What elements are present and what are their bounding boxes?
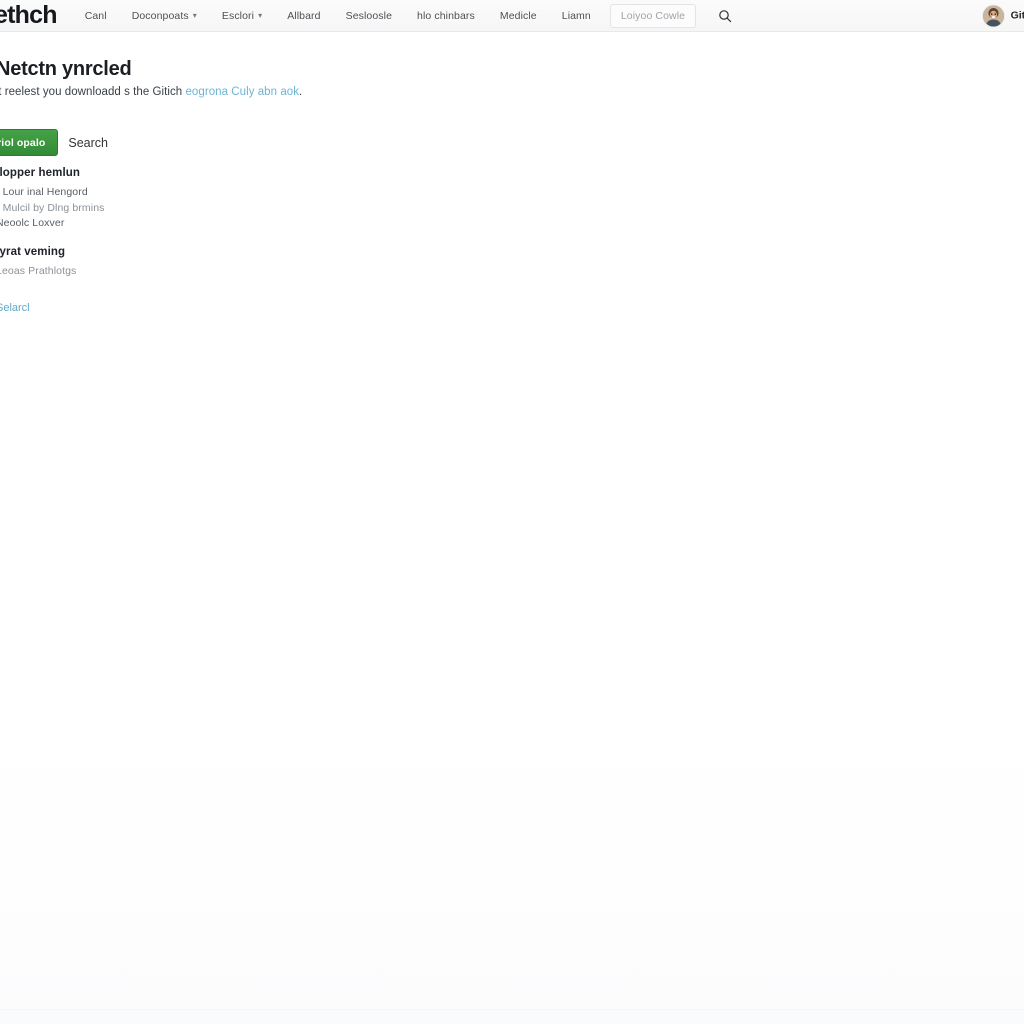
action-row: arriol opalo Search xyxy=(0,129,108,156)
chevron-down-icon: ▾ xyxy=(192,10,197,20)
nav-item-label: Liamn xyxy=(561,9,591,22)
nav-item-label: Canl xyxy=(84,9,107,22)
result-group: 3lopper hemlun · Lour inal Hengord · Mul… xyxy=(0,167,340,232)
page-subtitle-text: It reelest you downloadd s the Gitich xyxy=(0,86,186,98)
nav-item-label: Esclori xyxy=(221,9,255,22)
chevron-down-icon: ▾ xyxy=(258,10,263,20)
page-title: Netctn ynrcled xyxy=(0,58,132,80)
page-subtitle-suffix: . xyxy=(299,86,303,98)
result-group-title: ayrat veming xyxy=(0,245,66,258)
nav-item-label: Sesloosle xyxy=(345,9,393,22)
profile-name: Githu xyxy=(1010,9,1024,22)
list-item[interactable]: · Mulcil by Dlng brmins xyxy=(0,201,340,217)
nav-item-hlo-chinbars[interactable]: hlo chinbars xyxy=(411,7,481,25)
page-subtitle: It reelest you downloadd s the Gitich eo… xyxy=(0,86,302,98)
nav-item-esclori[interactable]: Esclori ▾ xyxy=(216,7,268,25)
bottom-band xyxy=(0,1010,1024,1024)
nav-item-liamn[interactable]: Liamn xyxy=(556,7,597,25)
list-item[interactable]: Leoas Prathlotgs xyxy=(0,264,340,280)
page-subtitle-link[interactable]: eogrona Culy abn aok xyxy=(185,86,299,98)
profile-menu[interactable]: Githu xyxy=(982,5,1024,26)
nav-item-label: Doconpoats xyxy=(131,9,189,22)
primary-action-button[interactable]: arriol opalo xyxy=(0,129,59,156)
search-icon[interactable] xyxy=(716,7,734,25)
nav-item-label: Allbard xyxy=(287,9,321,22)
list-item[interactable]: Neoolc Loxver xyxy=(0,216,340,232)
nav-item-canl[interactable]: Canl xyxy=(79,7,113,25)
result-group: ayrat veming Leoas Prathlotgs xyxy=(0,246,340,280)
main-nav-list: Canl Doconpoats ▾ Esclori ▾ Allbard Sesloo… xyxy=(79,3,734,28)
avatar[interactable] xyxy=(982,5,1004,26)
nav-item-medicle[interactable]: Medicle xyxy=(494,7,543,25)
nav-item-sesloosle[interactable]: Sesloosle xyxy=(340,7,398,25)
nav-item-label: hlo chinbars xyxy=(417,9,475,22)
nav-item-loiyoo-cowle[interactable]: Loiyoo Cowle xyxy=(609,3,697,28)
nav-item-label: Loiyoo Cowle xyxy=(620,9,686,22)
top-navigation-bar: ethch Canl Doconpoats ▾ Esclori ▾ Allbard … xyxy=(0,0,1024,32)
tab-search[interactable]: Search xyxy=(68,136,108,150)
site-logo[interactable]: ethch xyxy=(0,3,57,28)
result-group-title: 3lopper hemlun xyxy=(0,167,81,179)
list-item[interactable]: · Lour inal Hengord xyxy=(0,185,340,201)
nav-item-label: Medicle xyxy=(499,9,537,22)
page-root: ethch Canl Doconpoats ▾ Esclori ▾ Allbard … xyxy=(0,0,1024,1024)
footer-link-selarcl[interactable]: Selarcl xyxy=(0,302,30,314)
nav-item-allbard[interactable]: Allbard xyxy=(281,7,326,25)
nav-item-doconpoats[interactable]: Doconpoats ▾ xyxy=(126,7,203,25)
results-list: 3lopper hemlun · Lour inal Hengord · Mul… xyxy=(0,167,340,293)
